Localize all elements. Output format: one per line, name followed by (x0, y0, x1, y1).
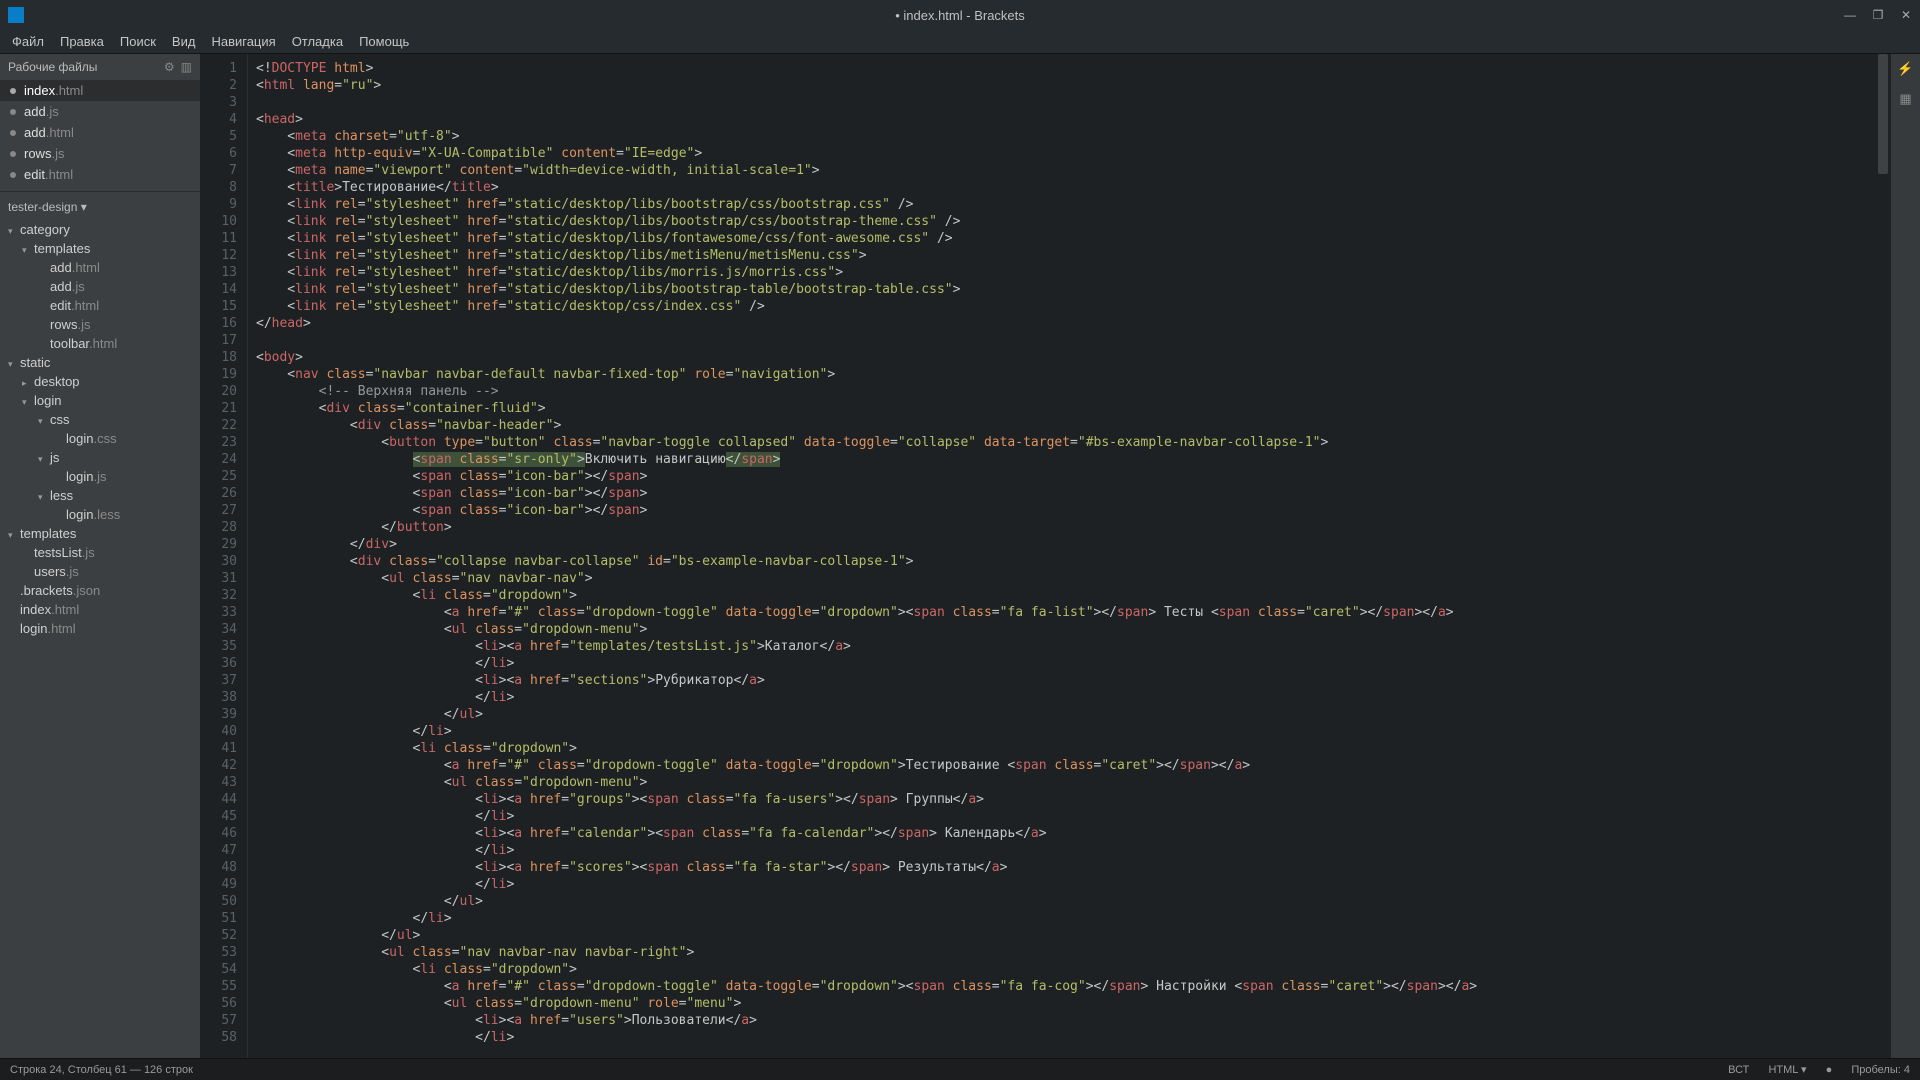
tree-item[interactable]: login.js (0, 467, 200, 486)
scrollbar-thumb[interactable] (1878, 54, 1888, 174)
working-files-header: Рабочие файлы ⚙ ▥ (0, 54, 200, 80)
menu-Правка[interactable]: Правка (52, 30, 112, 54)
file-tree: ▾category▾templatesadd.htmladd.jsedit.ht… (0, 218, 200, 646)
working-file[interactable]: add.html (0, 122, 200, 143)
tree-item[interactable]: edit.html (0, 296, 200, 315)
status-cursor: Строка 24, Столбец 61 — 126 строк (10, 1064, 193, 1076)
gear-icon[interactable]: ⚙ (164, 60, 175, 74)
working-files-label: Рабочие файлы (8, 60, 97, 74)
split-icon[interactable]: ▥ (181, 60, 192, 74)
menu-Помощь[interactable]: Помощь (351, 30, 417, 54)
status-spaces[interactable]: Пробелы: 4 (1851, 1064, 1910, 1076)
tree-item[interactable]: ▾css (0, 410, 200, 429)
close-button[interactable]: ✕ (1892, 1, 1920, 29)
working-file[interactable]: edit.html (0, 164, 200, 185)
menu-Вид[interactable]: Вид (164, 30, 204, 54)
right-rail: ⚡ ▦ (1890, 54, 1920, 1058)
working-files-list: index.htmladd.jsadd.htmlrows.jsedit.html (0, 80, 200, 185)
live-preview-icon[interactable]: ⚡ (1891, 54, 1920, 84)
menubar: ФайлПравкаПоискВидНавигацияОтладкаПомощь (0, 30, 1920, 54)
statusbar: Строка 24, Столбец 61 — 126 строк ВСТ HT… (0, 1058, 1920, 1080)
tree-item[interactable]: ▾login (0, 391, 200, 410)
tree-item[interactable]: add.html (0, 258, 200, 277)
tree-item[interactable]: index.html (0, 600, 200, 619)
editor[interactable]: 1234567891011121314151617181920212223242… (200, 54, 1920, 1058)
menu-Навигация[interactable]: Навигация (203, 30, 283, 54)
tree-item[interactable]: ▾category (0, 220, 200, 239)
tree-item[interactable]: login.less (0, 505, 200, 524)
tree-item[interactable]: ▾js (0, 448, 200, 467)
scrollbar-vertical[interactable] (1876, 54, 1890, 1058)
working-file[interactable]: rows.js (0, 143, 200, 164)
status-lint[interactable]: ● (1826, 1064, 1833, 1076)
sidebar: Рабочие файлы ⚙▥ index.htmladd.jsadd.htm… (0, 54, 200, 1058)
tree-item[interactable]: testsList.js (0, 543, 200, 562)
tree-item[interactable]: login.html (0, 619, 200, 638)
working-file[interactable]: index.html (0, 80, 200, 101)
gutter: 1234567891011121314151617181920212223242… (200, 54, 248, 1058)
tree-item[interactable]: add.js (0, 277, 200, 296)
extensions-icon[interactable]: ▦ (1891, 84, 1920, 114)
tree-item[interactable]: ▾static (0, 353, 200, 372)
tree-item[interactable]: ▸desktop (0, 372, 200, 391)
tree-item[interactable]: .brackets.json (0, 581, 200, 600)
status-encoding[interactable]: ВСТ (1728, 1064, 1749, 1076)
minimize-button[interactable]: — (1836, 1, 1864, 29)
maximize-button[interactable]: ❐ (1864, 1, 1892, 29)
tree-item[interactable]: toolbar.html (0, 334, 200, 353)
tree-item[interactable]: ▾templates (0, 239, 200, 258)
titlebar: • index.html - Brackets — ❐ ✕ (0, 0, 1920, 30)
tree-item[interactable]: ▾less (0, 486, 200, 505)
tree-item[interactable]: users.js (0, 562, 200, 581)
working-file[interactable]: add.js (0, 101, 200, 122)
app-logo (8, 7, 24, 23)
menu-Файл[interactable]: Файл (4, 30, 52, 54)
tree-item[interactable]: rows.js (0, 315, 200, 334)
menu-Отладка[interactable]: Отладка (284, 30, 351, 54)
menu-Поиск[interactable]: Поиск (112, 30, 164, 54)
tree-item[interactable]: ▾templates (0, 524, 200, 543)
code-area[interactable]: <!DOCTYPE html> <html lang="ru"> <head> … (248, 54, 1890, 1058)
status-language[interactable]: HTML ▾ (1768, 1064, 1806, 1076)
window-title: • index.html - Brackets (895, 8, 1025, 23)
project-title[interactable]: tester-design ▾ (0, 191, 200, 218)
tree-item[interactable]: login.css (0, 429, 200, 448)
